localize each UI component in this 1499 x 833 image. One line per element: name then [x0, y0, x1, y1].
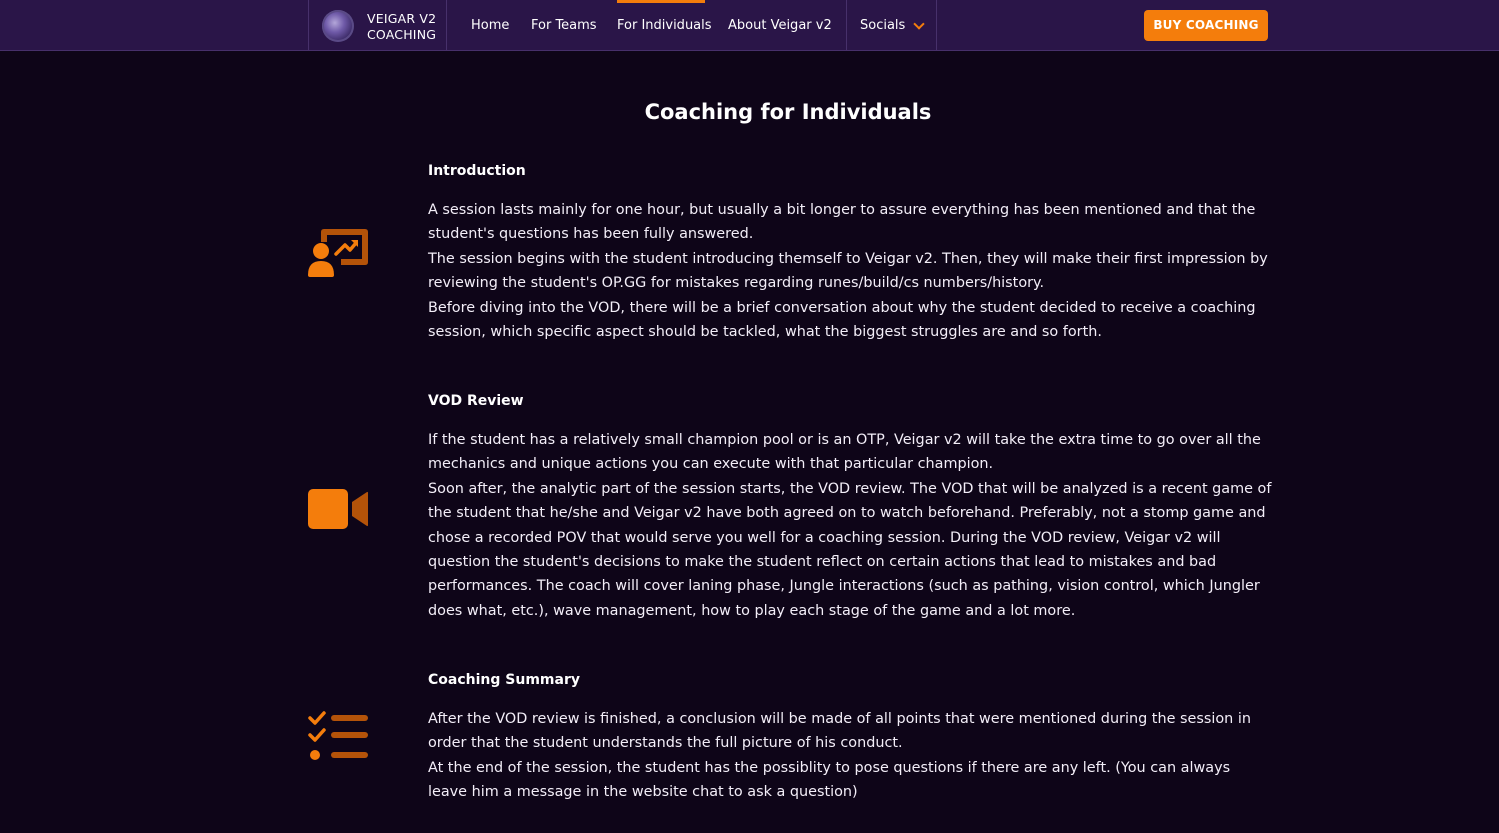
- paragraph: Soon after, the analytic part of the ses…: [428, 480, 1272, 619]
- buy-coaching-button[interactable]: BUY COACHING: [1144, 10, 1268, 41]
- nav-link-for-individuals[interactable]: For Individuals: [617, 0, 712, 51]
- brand-home-link[interactable]: VEIGAR V2 COACHING: [308, 0, 447, 51]
- top-navigation-bar: VEIGAR V2 COACHING Home For Teams For In…: [0, 0, 1499, 51]
- brand-name: VEIGAR V2 COACHING: [367, 11, 436, 43]
- page-title: Coaching for Individuals: [644, 100, 932, 124]
- socials-label: Socials: [860, 18, 906, 33]
- nav-link-about[interactable]: About Veigar v2: [728, 0, 832, 51]
- paragraph: The session begins with the student intr…: [428, 250, 1268, 292]
- paragraph: At the end of the session, the student h…: [428, 759, 1231, 801]
- paragraph: If the student has a relatively small ch…: [428, 432, 1261, 473]
- section-body-coaching-summary: After the VOD review is finished, a conc…: [428, 707, 1273, 805]
- chevron-down-icon: [913, 18, 925, 30]
- section-body-vod-review: If the student has a relatively small ch…: [428, 428, 1273, 623]
- section-heading-introduction: Introduction: [428, 163, 526, 179]
- presentation-icon: [308, 229, 368, 277]
- nav-link-for-teams[interactable]: For Teams: [531, 0, 597, 51]
- video-camera-icon: [308, 489, 368, 529]
- nav-link-home[interactable]: Home: [471, 0, 509, 51]
- section-heading-vod-review: VOD Review: [428, 393, 524, 409]
- paragraph: Before diving into the VOD, there will b…: [428, 299, 1256, 341]
- brand-line-1: VEIGAR V2: [367, 11, 437, 26]
- socials-dropdown[interactable]: Socials: [846, 0, 937, 51]
- paragraph: A session lasts mainly for one hour, but…: [428, 202, 1256, 243]
- logo-avatar: [322, 10, 354, 42]
- section-body-introduction: A session lasts mainly for one hour, but…: [428, 198, 1273, 344]
- section-heading-coaching-summary: Coaching Summary: [428, 672, 580, 688]
- paragraph: After the VOD review is finished, a conc…: [428, 711, 1251, 752]
- checklist-icon: [308, 711, 368, 760]
- brand-line-2: COACHING: [367, 27, 437, 42]
